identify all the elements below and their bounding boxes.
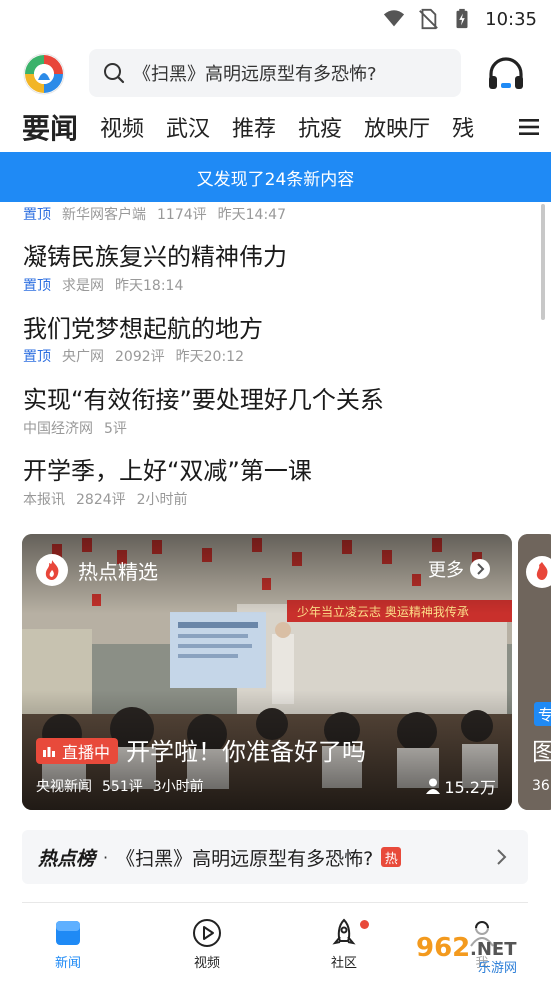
news-source: 央广网: [62, 349, 104, 365]
channel-tab[interactable]: 要闻: [22, 107, 78, 147]
channel-tab[interactable]: 推荐: [232, 111, 276, 143]
chevron-right-circle-icon: [470, 559, 490, 579]
news-meta: 中国经济网 5评: [23, 418, 127, 438]
channel-tab[interactable]: 视频: [100, 111, 144, 143]
app-header: 《扫黑》高明远原型有多恐怖?: [0, 44, 551, 102]
news-comments: 2092评: [115, 349, 165, 365]
news-comments: 5评: [104, 421, 127, 437]
clock: 10:35: [485, 8, 537, 30]
hot-list-text: 《扫黑》高明远原型有多恐怖?: [116, 847, 374, 870]
news-tab-icon: [56, 921, 80, 945]
news-meta: 置顶 新华网客户端 1174评 昨天14:47: [23, 204, 286, 224]
news-comments: 2824评: [76, 492, 126, 508]
watermark-sub: 乐游网: [478, 961, 517, 976]
live-title: 开学啦！你准备好了吗: [126, 738, 366, 766]
news-headline[interactable]: 实现“有效衔接”要处理好几个关系: [23, 380, 384, 415]
card-section-title: 热点精选: [78, 560, 158, 584]
tab-video[interactable]: 视频: [172, 918, 242, 971]
card-time: 3小时前: [152, 779, 204, 795]
status-bar: 10:35: [0, 0, 551, 38]
channel-tab[interactable]: 放映厅: [364, 111, 430, 143]
headphones-icon[interactable]: [486, 56, 526, 92]
more-label: 更多: [428, 560, 464, 581]
notification-dot: [360, 920, 369, 929]
hot-list-separator: ·: [103, 847, 109, 867]
viewer-count-value: 15.2万: [444, 778, 496, 797]
news-source: 中国经济网: [23, 421, 93, 437]
play-circle-icon: [193, 919, 221, 947]
scrollbar[interactable]: [541, 204, 545, 320]
hot-tag: 热: [381, 847, 402, 867]
tab-label: 社区: [330, 956, 357, 971]
search-placeholder: 《扫黑》高明远原型有多恐怖?: [133, 64, 377, 85]
wifi-icon: [384, 10, 405, 27]
news-time: 昨天20:12: [175, 349, 244, 365]
news-meta: 本报讯 2824评 2小时前: [23, 489, 188, 509]
channel-tab[interactable]: 残: [452, 111, 474, 143]
watermark-brand: 962: [416, 933, 470, 963]
next-card-photo: 专 图 36: [518, 534, 551, 810]
news-headline[interactable]: 凝铸民族复兴的精神伟力: [23, 237, 287, 272]
watermark-logo: 962 .NET 乐游网: [412, 928, 544, 976]
rocket-icon: [332, 918, 356, 945]
news-headline[interactable]: 我们党梦想起航的地方: [23, 309, 263, 344]
card-comments: 551评: [102, 779, 143, 795]
channel-tabs: 要闻 视频 武汉 推荐 抗疫 放映厅 残: [0, 104, 551, 150]
chevron-right-icon: [497, 849, 507, 865]
channel-menu-button[interactable]: [507, 104, 551, 150]
more-link[interactable]: 更多: [428, 556, 490, 582]
menu-icon: [519, 119, 539, 135]
battery-icon: [456, 8, 468, 29]
card-source: 央视新闻: [36, 779, 92, 795]
pin-tag: 置顶: [23, 207, 51, 223]
no-sim-icon: [419, 8, 438, 30]
watermark-suffix: .NET: [470, 939, 517, 960]
news-source: 求是网: [62, 278, 104, 294]
channel-tab[interactable]: 武汉: [166, 111, 210, 143]
card-meta: 央视新闻 551评 3小时前: [36, 776, 204, 796]
news-time: 昨天18:14: [115, 278, 184, 294]
live-badge: 直播中: [36, 738, 119, 764]
news-source: 本报讯: [23, 492, 65, 508]
app-logo-icon[interactable]: [22, 52, 66, 96]
channel-tab[interactable]: 抗疫: [298, 111, 342, 143]
person-icon: [426, 778, 441, 794]
news-meta: 置顶 求是网 昨天18:14: [23, 275, 183, 295]
divider: [22, 902, 528, 903]
hot-picks-card[interactable]: 少年当立凌云志 奥运精神我传承 热点精选 更多: [22, 534, 512, 810]
pin-tag: 置顶: [23, 349, 51, 365]
news-time: 2小时前: [136, 492, 188, 508]
tab-label: 新闻: [54, 956, 81, 971]
tab-label: 视频: [193, 956, 220, 971]
news-comments: 1174评: [157, 207, 207, 223]
new-content-banner[interactable]: 又发现了24条新内容: [0, 152, 551, 202]
news-meta: 置顶 央广网 2092评 昨天20:12: [23, 346, 244, 366]
fire-icon: [36, 554, 68, 586]
search-bar[interactable]: 《扫黑》高明远原型有多恐怖?: [89, 49, 461, 97]
tab-news[interactable]: 新闻: [33, 918, 103, 971]
peek-title-text: 图: [532, 738, 551, 766]
pin-tag: 置顶: [23, 278, 51, 294]
news-source: 新华网客户端: [62, 207, 146, 223]
live-badge-label: 直播中: [62, 743, 111, 762]
hot-list-label: 热点榜: [38, 847, 96, 870]
viewer-count: 15.2万: [426, 774, 496, 798]
next-card-peek[interactable]: 专 图 36: [518, 534, 551, 810]
peek-tag-text: 专: [538, 706, 551, 724]
live-bars-icon: [43, 747, 55, 757]
news-headline[interactable]: 开学季，上好“双减”第一课: [23, 451, 312, 486]
peek-meta-text: 36: [532, 778, 550, 794]
hot-list-bar[interactable]: 热点榜 · 《扫黑》高明远原型有多恐怖? 热: [22, 830, 528, 884]
news-time: 昨天14:47: [217, 207, 286, 223]
search-icon: [104, 63, 125, 84]
